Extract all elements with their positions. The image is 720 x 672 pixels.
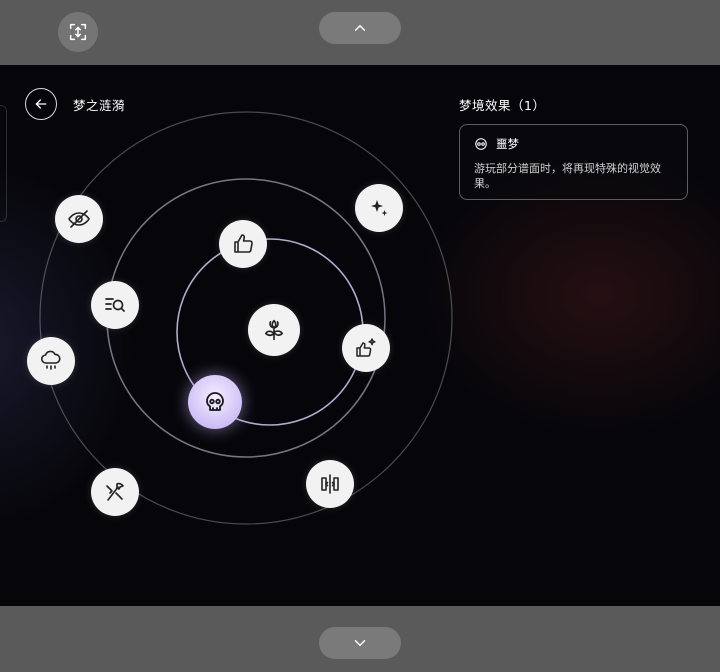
node-tools[interactable] bbox=[91, 468, 139, 516]
scroll-up-button[interactable] bbox=[319, 12, 401, 44]
effect-card: 噩梦 游玩部分谱面时，将再现特殊的视觉效果。 bbox=[459, 124, 688, 200]
eye-off-icon bbox=[68, 210, 90, 228]
mask-icon bbox=[475, 138, 487, 150]
effect-name: 噩梦 bbox=[496, 137, 519, 151]
scroll-down-button[interactable] bbox=[319, 627, 401, 659]
node-search-list[interactable] bbox=[91, 281, 139, 329]
node-thumbs-up-sparkle[interactable] bbox=[342, 324, 390, 372]
sparkles-icon bbox=[371, 200, 388, 216]
thumbs-up-icon bbox=[234, 234, 253, 253]
expand-vertical-icon bbox=[69, 23, 87, 41]
node-rain-cloud[interactable] bbox=[27, 337, 75, 385]
rain-cloud-icon bbox=[41, 350, 61, 370]
node-sparkles[interactable] bbox=[355, 184, 403, 232]
page-title: 梦之涟漪 bbox=[73, 98, 126, 113]
effect-description: 游玩部分谱面时，将再现特殊的视觉效果。 bbox=[474, 162, 661, 190]
main-area: 梦之涟漪 梦境效果（1） 噩梦 游玩部分谱面时，将再现特殊的视觉效果。 bbox=[0, 65, 720, 606]
bottom-bar bbox=[0, 606, 720, 672]
chevron-up-icon bbox=[354, 25, 366, 31]
top-bar bbox=[0, 0, 720, 65]
node-flower[interactable] bbox=[248, 304, 300, 356]
skull-icon bbox=[206, 392, 224, 411]
flower-icon bbox=[265, 319, 283, 341]
split-columns-icon bbox=[321, 474, 339, 494]
thumbs-up-sparkle-icon bbox=[356, 338, 376, 357]
search-list-icon bbox=[105, 298, 125, 312]
effects-panel-title: 梦境效果（1） bbox=[459, 98, 546, 113]
tools-icon bbox=[106, 482, 124, 501]
back-button[interactable] bbox=[25, 88, 57, 120]
node-skull[interactable] bbox=[188, 375, 242, 429]
node-split-columns[interactable] bbox=[306, 460, 354, 508]
arrow-left-icon bbox=[35, 99, 47, 109]
chevron-down-icon bbox=[354, 640, 366, 646]
node-eye-off[interactable] bbox=[55, 195, 103, 243]
expand-vertical-button[interactable] bbox=[58, 12, 98, 52]
node-thumbs-up[interactable] bbox=[219, 220, 267, 268]
